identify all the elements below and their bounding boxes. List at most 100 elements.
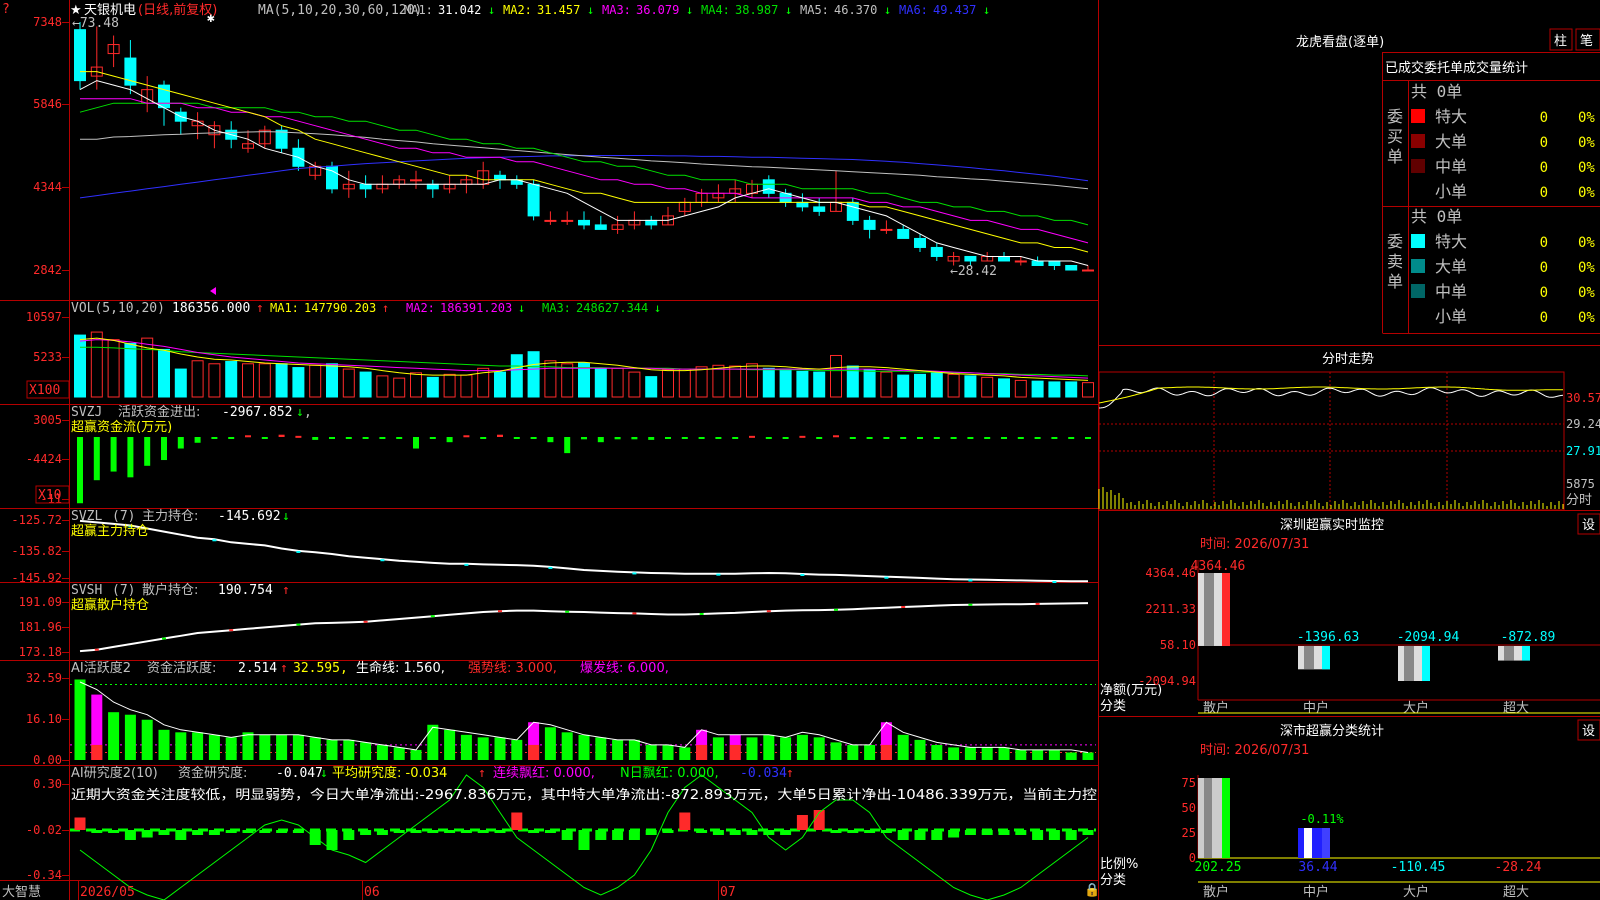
candle[interactable] — [1014, 260, 1027, 263]
research-bar[interactable] — [276, 830, 288, 833]
candle[interactable] — [1082, 269, 1094, 272]
flow-bar[interactable] — [345, 437, 352, 439]
activity-bar[interactable] — [511, 739, 523, 760]
activity-bar[interactable] — [746, 737, 758, 760]
activity-bar[interactable] — [612, 739, 624, 760]
vol-bar[interactable] — [998, 378, 1010, 398]
flow-bar[interactable] — [681, 437, 688, 439]
research-bar[interactable] — [931, 830, 943, 840]
activity-bar[interactable] — [175, 732, 187, 760]
activity-bar[interactable] — [343, 739, 355, 760]
vol-bar[interactable] — [964, 375, 977, 398]
activity-bar[interactable] — [981, 747, 993, 760]
flow-bar[interactable] — [648, 437, 655, 440]
research-bar[interactable] — [1032, 830, 1044, 840]
candle[interactable] — [645, 219, 658, 226]
flow-bar[interactable] — [749, 435, 755, 438]
activity-bar[interactable] — [108, 712, 120, 760]
research-bar[interactable] — [914, 830, 926, 840]
vol-bar[interactable] — [1082, 382, 1094, 398]
flow-bar[interactable] — [144, 437, 151, 466]
vol-bar[interactable] — [342, 368, 355, 398]
research-bar[interactable] — [561, 830, 573, 840]
vol-bar[interactable] — [628, 371, 641, 398]
flow-bar[interactable] — [1001, 437, 1007, 439]
vol-bar[interactable] — [174, 368, 187, 398]
activity-bar[interactable] — [864, 744, 876, 760]
vol-bar[interactable] — [796, 370, 809, 398]
flow-bar[interactable] — [413, 437, 419, 449]
flow-bar[interactable] — [883, 437, 890, 439]
candle[interactable] — [897, 228, 910, 239]
activity-bar[interactable] — [376, 744, 388, 760]
volume-chart[interactable]: 10597 5233 — [26, 310, 1094, 398]
monitor-bar[interactable] — [1498, 645, 1530, 661]
candle[interactable] — [527, 183, 540, 217]
candle[interactable] — [74, 29, 86, 82]
vol-bar[interactable] — [947, 373, 960, 398]
brand-logo[interactable]: 大智慧 — [2, 884, 41, 900]
research-bar[interactable] — [1082, 830, 1094, 835]
vol-bar[interactable] — [376, 375, 389, 398]
flow-bar[interactable] — [564, 437, 571, 454]
activity-bar[interactable] — [326, 739, 338, 760]
research-bar[interactable] — [225, 830, 237, 833]
candle[interactable] — [930, 246, 943, 257]
flow-bar[interactable] — [513, 437, 520, 439]
vol-bar[interactable] — [258, 363, 271, 398]
research-bar[interactable] — [595, 830, 607, 840]
activity-bar[interactable] — [830, 742, 842, 760]
activity-bar[interactable] — [393, 747, 405, 760]
activity-bar[interactable] — [158, 729, 170, 760]
vol-bar[interactable] — [410, 372, 422, 398]
flow-bar[interactable] — [93, 437, 100, 481]
flow-bar[interactable] — [261, 437, 268, 439]
flow-bar[interactable] — [581, 437, 587, 440]
sz-stats-settings-label[interactable]: 设 — [1582, 724, 1595, 739]
activity-bar[interactable] — [897, 734, 909, 760]
candle[interactable] — [578, 219, 590, 226]
vol-bar[interactable] — [359, 371, 372, 398]
activity-bar[interactable] — [208, 734, 220, 760]
candle[interactable] — [594, 224, 607, 230]
retail-position-chart[interactable]: 191.09 181.96 173.18 — [19, 595, 1089, 659]
vol-bar[interactable] — [309, 364, 322, 398]
activity-bar[interactable] — [578, 734, 590, 760]
flow-bar[interactable] — [799, 435, 806, 438]
research-bar[interactable] — [830, 830, 842, 833]
fund-flow-chart[interactable]: 3005-4424-11 — [26, 413, 1091, 506]
activity-bar[interactable] — [763, 734, 775, 760]
flow-bar[interactable] — [362, 437, 369, 439]
flow-bar[interactable] — [614, 437, 621, 440]
activity-bar[interactable] — [444, 729, 456, 760]
flow-bar[interactable] — [127, 437, 134, 478]
research-bar[interactable] — [175, 830, 187, 840]
research-bar[interactable] — [108, 830, 120, 833]
activity-bar[interactable] — [712, 737, 724, 760]
research-bar[interactable] — [393, 830, 405, 833]
lock-icon[interactable]: 🔒 — [1084, 883, 1100, 898]
vol-bar[interactable] — [678, 368, 691, 398]
flow-bar[interactable] — [1034, 437, 1041, 439]
candle[interactable] — [1065, 264, 1078, 271]
tab-tick-label[interactable]: 笔 — [1580, 33, 1593, 49]
candle[interactable] — [561, 219, 574, 222]
research-bar[interactable] — [796, 815, 808, 830]
activity-bar[interactable] — [662, 744, 674, 760]
vol-bar[interactable] — [225, 361, 238, 398]
flow-bar[interactable] — [161, 437, 167, 461]
flow-bar[interactable] — [396, 437, 403, 439]
vol-bar[interactable] — [762, 367, 775, 398]
activity-bar[interactable] — [192, 732, 204, 760]
candle[interactable] — [762, 179, 775, 194]
vol-bar[interactable] — [880, 371, 893, 398]
research-bar[interactable] — [242, 830, 254, 833]
research-bar[interactable] — [494, 830, 506, 833]
vol-bar[interactable] — [813, 371, 826, 398]
flow-bar[interactable] — [77, 437, 83, 504]
flow-bar[interactable] — [698, 437, 705, 439]
candle[interactable] — [275, 129, 288, 149]
research-bar[interactable] — [964, 830, 976, 835]
vol-bar[interactable] — [779, 368, 792, 398]
activity-bar[interactable] — [931, 744, 943, 760]
